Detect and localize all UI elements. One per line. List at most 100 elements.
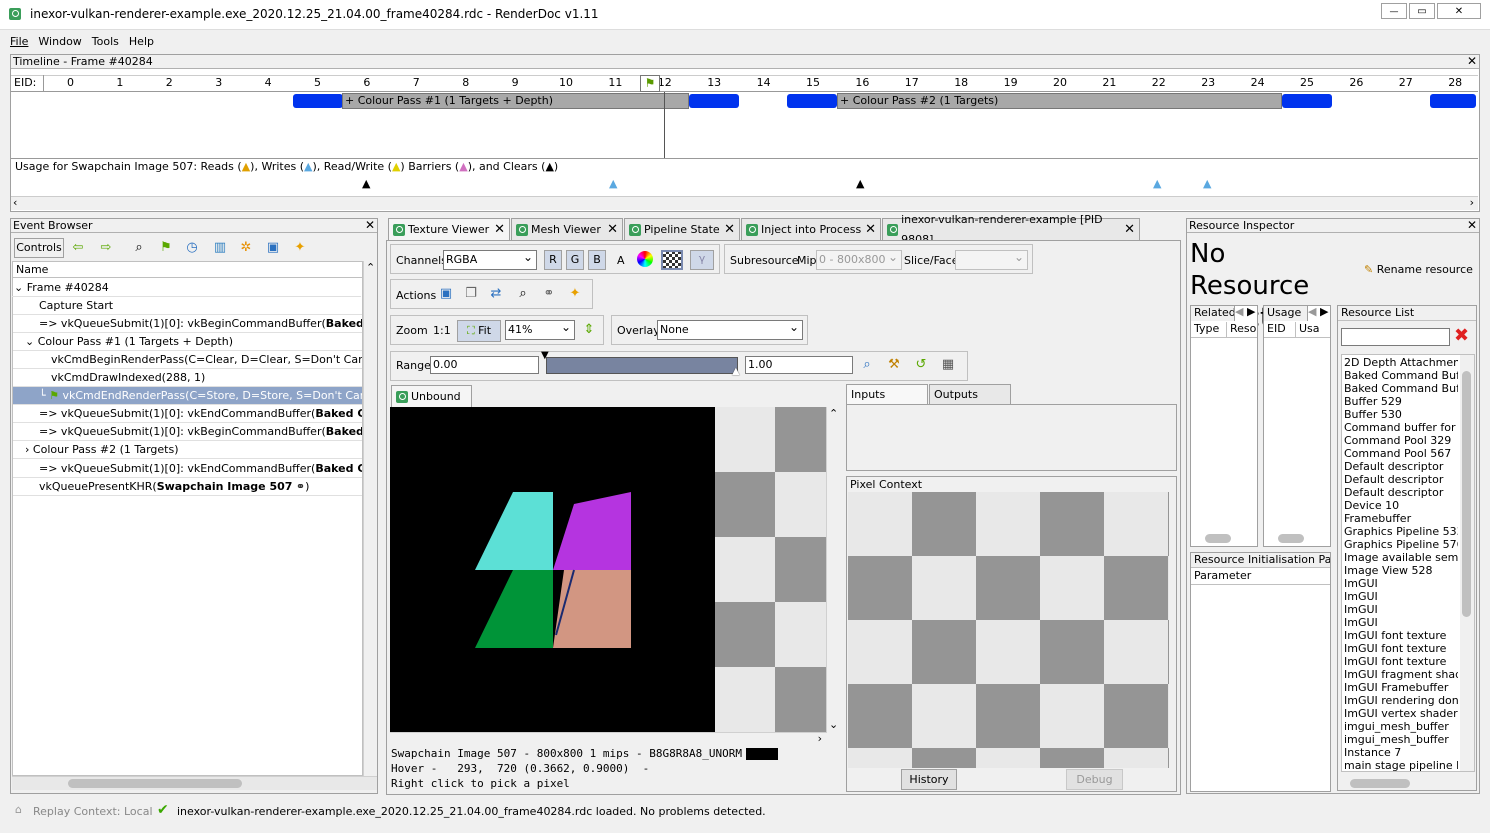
eid-column-header[interactable]: EID: [1264, 322, 1296, 338]
scroll-thumb[interactable]: [68, 779, 242, 788]
close-icon[interactable]: ✕: [494, 220, 505, 240]
collapse-chevron-icon[interactable]: ⌄: [14, 281, 27, 294]
resource-list-item[interactable]: Command Pool 567: [1344, 447, 1458, 460]
close-button[interactable]: ✕: [1437, 3, 1481, 19]
close-icon[interactable]: ✕: [1467, 55, 1477, 68]
close-icon[interactable]: ✕: [365, 219, 375, 232]
collapse-chevron-icon[interactable]: ⌄: [25, 335, 38, 348]
resource-list-item[interactable]: Buffer 530: [1344, 408, 1458, 421]
resource-list-item[interactable]: Default descriptor: [1344, 460, 1458, 473]
tab-outputs[interactable]: Outputs: [929, 384, 1011, 405]
event-tree-hscroll[interactable]: [12, 776, 377, 790]
pixel-context-view[interactable]: [848, 492, 1169, 768]
tree-row-colour-pass-1[interactable]: ⌄ Colour Pass #1 (1 Targets + Depth): [13, 333, 362, 351]
range-min-handle-icon[interactable]: ▼: [541, 350, 549, 361]
resource-list-item[interactable]: Graphics Pipeline 533: [1344, 525, 1458, 538]
tree-row[interactable]: vkQueuePresentKHR(Swapchain Image 507 ⚭): [13, 478, 362, 496]
scroll-thumb[interactable]: [1205, 534, 1231, 543]
link-icon[interactable]: ⚭: [540, 285, 558, 303]
tree-row-selected[interactable]: └ ⚑ vkCmdEndRenderPass(C=Store, D=Store,…: [13, 387, 362, 405]
settings-cog-icon[interactable]: ✲: [237, 239, 255, 257]
flip-vertical-icon[interactable]: ⇕: [580, 321, 598, 339]
menu-file[interactable]: File: [10, 35, 28, 51]
forward-arrow-icon[interactable]: ⇨: [97, 239, 115, 257]
alpha-channel-toggle[interactable]: A: [617, 254, 625, 267]
tree-row[interactable]: => vkQueueSubmit(1)[0]: vkBeginCommandBu…: [13, 423, 362, 441]
checkerboard-toggle-icon[interactable]: [661, 250, 683, 270]
close-icon[interactable]: ✕: [1124, 220, 1135, 240]
tree-row[interactable]: => vkQueueSubmit(1)[0]: vkEndCommandBuff…: [13, 405, 362, 423]
scroll-right-icon[interactable]: ›: [1470, 196, 1474, 209]
auto-fit-wand-icon[interactable]: ⚒: [885, 356, 903, 374]
back-arrow-icon[interactable]: ⇦: [69, 239, 87, 257]
resource-list-item[interactable]: ImGUI vertex shader: [1344, 707, 1458, 720]
bookmark-flag-icon[interactable]: ⚑: [157, 239, 175, 257]
event-tree-vscroll[interactable]: ⌃: [363, 261, 377, 776]
resource-list-item[interactable]: ImGUI fragment shader: [1344, 668, 1458, 681]
tab-left-icon[interactable]: ◀: [1235, 305, 1243, 318]
write-marker-icon[interactable]: ▲: [1203, 177, 1211, 190]
close-icon[interactable]: ✕: [724, 220, 735, 240]
gamma-toggle-icon[interactable]: γ: [690, 250, 714, 270]
resource-list-item[interactable]: Graphics Pipeline 576: [1344, 538, 1458, 551]
histogram-icon[interactable]: ▦: [939, 356, 957, 374]
colour-pass-2-bar[interactable]: + Colour Pass #2 (1 Targets): [837, 93, 1282, 109]
history-button[interactable]: History: [901, 769, 957, 790]
save-disk-icon[interactable]: ▣: [264, 239, 282, 257]
clear-marker-icon[interactable]: ▲: [362, 177, 370, 190]
tab-inject[interactable]: Inject into Process ✕: [741, 218, 881, 240]
mip-select[interactable]: 0 - 800x800: [816, 248, 902, 270]
scroll-left-icon[interactable]: ‹: [13, 196, 17, 209]
menu-window[interactable]: Window: [38, 35, 81, 51]
resource-list-item[interactable]: main stage pipeline la...: [1344, 759, 1458, 772]
tree-row-frame[interactable]: ⌄ Frame #40284: [12, 279, 361, 297]
texture-view[interactable]: [390, 407, 840, 733]
reset-range-icon[interactable]: ↺: [912, 356, 930, 374]
resource-list-item[interactable]: Image View 528: [1344, 564, 1458, 577]
event-block[interactable]: [787, 94, 837, 108]
debug-button[interactable]: Debug: [1066, 769, 1123, 790]
resource-list-item[interactable]: 2D Depth Attachment...: [1344, 356, 1458, 369]
tab-capture-connection[interactable]: inexor-vulkan-renderer-example [PID 9808…: [882, 213, 1140, 246]
menu-help[interactable]: Help: [129, 35, 154, 51]
scroll-thumb[interactable]: [1350, 779, 1410, 788]
scroll-up-icon[interactable]: ⌃: [366, 261, 375, 274]
rename-resource-button[interactable]: ✎ Rename resource: [1364, 263, 1473, 276]
extension-puzzle-icon[interactable]: ✦: [566, 285, 584, 303]
resource-list-item[interactable]: imgui_mesh_buffer: [1344, 720, 1458, 733]
resource-list-item[interactable]: Default descriptor: [1344, 486, 1458, 499]
resource-list-item[interactable]: ImGUI font texture: [1344, 655, 1458, 668]
resource-list-item[interactable]: Buffer 529: [1344, 395, 1458, 408]
texture-hscroll[interactable]: ›: [390, 732, 826, 746]
resource-list-item[interactable]: ImGUI font texture: [1344, 629, 1458, 642]
tab-left-icon[interactable]: ◀: [1308, 305, 1316, 318]
channels-select[interactable]: RGBA: [443, 248, 537, 270]
link-icon[interactable]: ⚭: [292, 480, 305, 493]
usage-column-header[interactable]: Usa: [1296, 322, 1330, 338]
write-marker-icon[interactable]: ▲: [1153, 177, 1161, 190]
save-texture-icon[interactable]: ▣: [437, 285, 455, 303]
tree-row[interactable]: => vkQueueSubmit(1)[0]: vkEndCommandBuff…: [13, 460, 362, 478]
resource-list-item[interactable]: ImGUI: [1344, 590, 1458, 603]
name-column-header[interactable]: Name: [13, 262, 362, 278]
tab-texture-viewer[interactable]: Texture Viewer ✕: [388, 218, 510, 241]
zoom-select[interactable]: 41%: [505, 318, 575, 340]
tree-row[interactable]: Capture Start: [13, 297, 362, 315]
usage-tab[interactable]: Usage: [1264, 306, 1308, 321]
close-icon[interactable]: ✕: [865, 220, 876, 240]
event-block[interactable]: [1430, 94, 1476, 108]
resource-list-vscroll[interactable]: [1460, 355, 1474, 771]
clear-search-icon[interactable]: ✖: [1454, 325, 1469, 346]
extension-puzzle-icon[interactable]: ✦: [291, 239, 309, 257]
tab-mesh-viewer[interactable]: Mesh Viewer ✕: [511, 218, 623, 240]
scroll-thumb[interactable]: [1462, 371, 1471, 617]
tab-inputs[interactable]: Inputs: [846, 384, 928, 405]
zoom-range-icon[interactable]: ⌕: [858, 356, 876, 374]
event-block[interactable]: [689, 94, 739, 108]
resource-list-item[interactable]: ImGUI: [1344, 577, 1458, 590]
resource-list-item[interactable]: ImGUI: [1344, 603, 1458, 616]
find-binoculars-icon[interactable]: ⌕: [514, 285, 532, 303]
maximize-button[interactable]: ▭: [1409, 3, 1435, 19]
overlay-select[interactable]: None: [657, 318, 803, 340]
tab-unbound[interactable]: Unbound: [391, 385, 472, 407]
